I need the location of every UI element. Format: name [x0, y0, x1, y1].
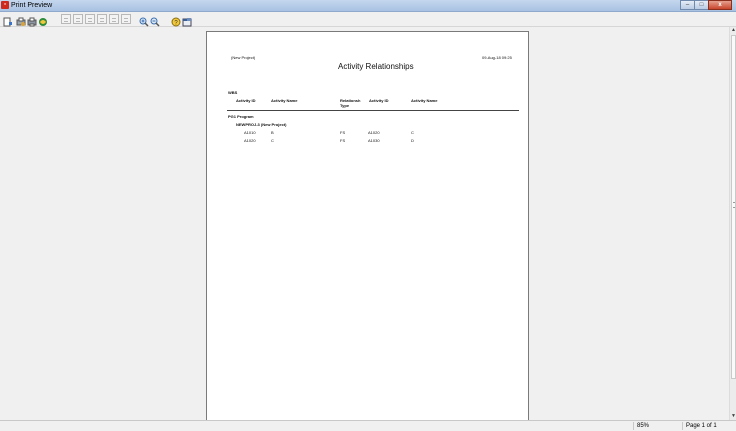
row-relationship-type: FS — [340, 138, 346, 143]
scroll-down-arrow-icon[interactable]: ▼ — [730, 413, 736, 420]
window-title: Print Preview — [11, 2, 53, 9]
scroll-up-arrow-icon[interactable]: ▲ — [730, 27, 736, 34]
title-bar: ▫ Print Preview – □ x — [0, 0, 736, 12]
help-icon[interactable]: ? — [171, 14, 181, 27]
minimize-button[interactable]: – — [680, 0, 695, 10]
next-page-icon[interactable] — [85, 14, 95, 24]
header-divider — [227, 110, 519, 111]
preview-area: (New Project) 09-Aug-18 09:25 Activity R… — [0, 27, 729, 423]
row-successor-name: C — [411, 130, 414, 135]
print-icon[interactable] — [27, 14, 37, 27]
report-date: 09-Aug-18 09:25 — [482, 55, 512, 60]
previous-page-icon[interactable] — [73, 14, 83, 24]
page-setup-icon[interactable] — [3, 14, 13, 27]
vertical-scrollbar[interactable]: ▲ ▼ — [729, 27, 736, 420]
column-successor-id: Activity ID — [369, 98, 389, 103]
window-controls: – □ x — [680, 0, 732, 10]
column-activity-name: Activity Name — [271, 98, 298, 103]
toolbar: ? — [0, 12, 736, 27]
group-row: PG1 Program — [228, 114, 254, 119]
status-bar: 85% Page 1 of 1 — [0, 420, 736, 431]
first-page-icon[interactable] — [61, 14, 71, 24]
report-title: Activity Relationships — [338, 62, 414, 71]
go-to-page-icon[interactable] — [109, 14, 119, 24]
export-icon[interactable] — [38, 14, 48, 26]
row-activity-id: A1010 — [244, 130, 256, 135]
print-options-icon[interactable] — [16, 14, 26, 26]
row-successor-id: A1020 — [368, 130, 380, 135]
zoom-in-icon[interactable] — [139, 14, 149, 27]
close-preview-icon[interactable] — [182, 14, 192, 27]
column-relationship-type-line2: Type — [340, 103, 350, 108]
single-page-icon[interactable] — [121, 14, 131, 24]
column-successor-name: Activity Name — [411, 98, 438, 103]
scroll-grip-icon — [733, 202, 735, 208]
row-relationship-type: FS — [340, 130, 346, 135]
row-successor-id: A1030 — [368, 138, 380, 143]
zoom-level: 85% — [633, 422, 682, 430]
report-project: (New Project) — [231, 55, 256, 60]
close-button[interactable]: x — [708, 0, 732, 10]
section-label: WBS — [228, 90, 238, 95]
zoom-out-icon[interactable] — [150, 14, 160, 27]
last-page-icon[interactable] — [97, 14, 107, 24]
row-activity-name: C — [271, 138, 274, 143]
row-successor-name: D — [411, 138, 414, 143]
column-activity-id: Activity ID — [236, 98, 256, 103]
page-indicator: Page 1 of 1 — [682, 422, 736, 430]
scroll-thumb[interactable] — [731, 35, 736, 379]
row-activity-name: B — [271, 130, 274, 135]
maximize-button[interactable]: □ — [694, 0, 709, 10]
report-page: (New Project) 09-Aug-18 09:25 Activity R… — [206, 31, 529, 423]
subgroup-row: NEWPROJ-3 (New Project) — [236, 122, 287, 127]
app-icon: ▫ — [1, 1, 9, 9]
row-activity-id: A1020 — [244, 138, 256, 143]
